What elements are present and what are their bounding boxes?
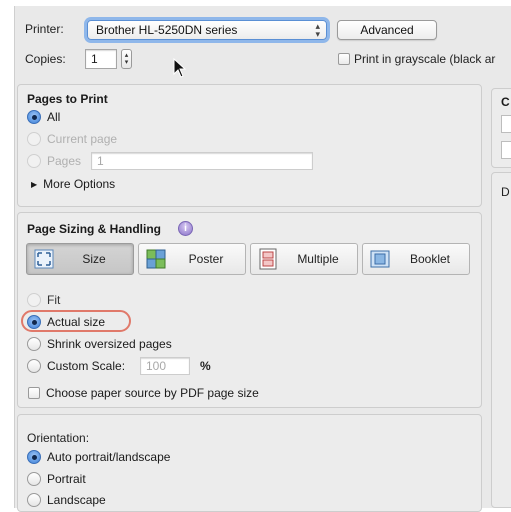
percent-label: % — [200, 359, 211, 373]
radio-all[interactable]: All — [27, 110, 60, 124]
orientation-section: Orientation: Auto portrait/landscape Por… — [17, 414, 482, 512]
radio-pages-label: Pages — [47, 154, 82, 168]
radio-fit-label: Fit — [47, 293, 61, 307]
radio-landscape-button[interactable] — [27, 493, 41, 507]
printer-select[interactable]: Brother HL-5250DN series ▴ ▾ — [87, 20, 327, 40]
booklet-icon — [370, 250, 390, 268]
tab-booklet-label: Booklet — [409, 252, 451, 266]
radio-pages-button[interactable] — [27, 154, 41, 168]
radio-fit[interactable]: Fit — [27, 293, 60, 307]
tab-size[interactable]: Size — [26, 243, 134, 275]
paper-source-checkbox[interactable] — [28, 387, 40, 399]
copies-label: Copies: — [25, 52, 66, 66]
mouse-cursor-icon — [173, 58, 187, 78]
right-panel-bottom: D — [491, 172, 511, 508]
sizing-title: Page Sizing & Handling — [27, 222, 162, 236]
disclosure-triangle-icon: ▶ — [31, 179, 38, 189]
radio-current-page-button[interactable] — [27, 132, 41, 146]
radio-shrink[interactable]: Shrink oversized pages — [27, 337, 172, 351]
poster-icon — [146, 249, 166, 269]
tab-multiple-label: Multiple — [297, 252, 339, 266]
copies-row: Copies: — [25, 52, 66, 66]
copies-stepper[interactable]: ▴ ▾ — [121, 49, 132, 69]
grayscale-label: Print in grayscale (black ar — [354, 52, 496, 66]
right-panel-field — [501, 115, 511, 133]
custom-scale-field[interactable]: 100 — [140, 357, 190, 375]
info-icon[interactable]: i — [178, 221, 193, 236]
radio-portrait[interactable]: Portrait — [27, 472, 86, 486]
multiple-icon — [259, 248, 277, 270]
size-icon — [34, 249, 54, 269]
radio-all-button[interactable] — [27, 110, 41, 124]
more-options-label: More Options — [43, 177, 116, 191]
right-panel-top: C — [491, 88, 511, 168]
right-panel-c-label: C — [501, 95, 510, 109]
right-panel-d-label: D — [501, 185, 510, 199]
radio-fit-button[interactable] — [27, 293, 41, 307]
tab-multiple[interactable]: Multiple — [250, 243, 358, 275]
radio-landscape[interactable]: Landscape — [27, 493, 106, 507]
sizing-section: Page Sizing & Handling i Size Poster Mul… — [17, 212, 482, 408]
grayscale-checkbox[interactable] — [338, 53, 350, 65]
print-dialog: Printer: Brother HL-5250DN series ▴ ▾ Adv… — [14, 6, 511, 512]
radio-shrink-label: Shrink oversized pages — [47, 337, 172, 351]
tab-poster-label: Poster — [188, 252, 224, 266]
tab-booklet[interactable]: Booklet — [362, 243, 470, 275]
radio-actual-size[interactable]: Actual size — [27, 315, 105, 329]
radio-auto-orientation-button[interactable] — [27, 450, 41, 464]
paper-source-label: Choose paper source by PDF page size — [46, 386, 259, 400]
right-panel-field — [501, 141, 511, 159]
updown-arrows-icon: ▴ ▾ — [315, 21, 320, 39]
more-options-disclosure[interactable]: ▶ More Options — [31, 177, 115, 191]
radio-current-page[interactable]: Current page — [27, 132, 117, 146]
advanced-button[interactable]: Advanced — [337, 20, 437, 40]
tab-size-label: Size — [82, 252, 106, 266]
radio-custom-scale[interactable]: Custom Scale: — [27, 359, 125, 373]
radio-current-page-label: Current page — [47, 132, 118, 146]
radio-pages[interactable]: Pages — [27, 154, 81, 168]
radio-shrink-button[interactable] — [27, 337, 41, 351]
radio-custom-scale-label: Custom Scale: — [47, 359, 126, 373]
pages-title: Pages to Print — [27, 92, 108, 106]
orientation-title: Orientation: — [27, 431, 90, 445]
radio-actual-size-label: Actual size — [47, 315, 106, 329]
printer-row: Printer: — [25, 22, 64, 36]
radio-custom-scale-button[interactable] — [27, 359, 41, 373]
pages-section: Pages to Print All Current page Pages 1 … — [17, 84, 482, 207]
radio-actual-size-button[interactable] — [27, 315, 41, 329]
radio-portrait-label: Portrait — [47, 472, 86, 486]
radio-auto-orientation[interactable]: Auto portrait/landscape — [27, 450, 170, 464]
radio-auto-orientation-label: Auto portrait/landscape — [47, 450, 171, 464]
tab-poster[interactable]: Poster — [138, 243, 246, 275]
radio-all-label: All — [47, 110, 61, 124]
printer-label: Printer: — [25, 22, 64, 36]
copies-field[interactable]: 1 — [85, 49, 117, 69]
radio-landscape-label: Landscape — [47, 493, 106, 507]
radio-portrait-button[interactable] — [27, 472, 41, 486]
paper-source-option[interactable]: Choose paper source by PDF page size — [28, 386, 259, 400]
printer-value: Brother HL-5250DN series — [96, 23, 238, 37]
pages-range-field[interactable]: 1 — [91, 152, 313, 170]
